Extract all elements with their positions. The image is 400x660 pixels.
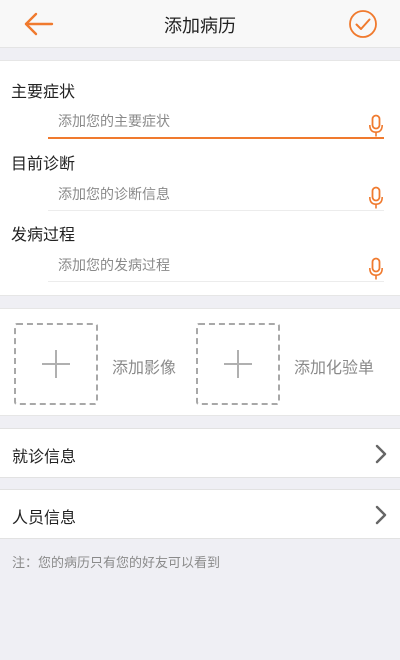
- diagnosis-label: 目前诊断: [11, 154, 76, 173]
- attachments-card: 添加影像 添加化验单: [0, 308, 400, 416]
- visit-info-row[interactable]: 就诊信息: [0, 428, 400, 478]
- main-symptom-input[interactable]: [48, 107, 384, 139]
- add-image-button[interactable]: [14, 323, 98, 405]
- onset-process-label: 发病过程: [11, 225, 76, 244]
- microphone-icon[interactable]: [368, 257, 384, 281]
- person-info-row[interactable]: 人员信息: [0, 489, 400, 539]
- visit-info-label: 就诊信息: [12, 447, 77, 466]
- microphone-icon[interactable]: [368, 114, 384, 138]
- record-fields-card: 主要症状 目前诊断 发病过程: [0, 60, 400, 296]
- page-title: 添加病历: [164, 16, 236, 37]
- add-image-label: 添加影像: [112, 358, 177, 377]
- person-info-label: 人员信息: [12, 508, 77, 527]
- chevron-right-icon: [375, 444, 387, 464]
- add-lab-report-label: 添加化验单: [294, 358, 375, 377]
- privacy-note: 注：您的病历只有您的好友可以看到: [12, 556, 221, 571]
- main-symptom-label: 主要症状: [11, 82, 76, 101]
- diagnosis-input[interactable]: [48, 179, 384, 211]
- onset-process-input[interactable]: [48, 250, 384, 282]
- add-lab-report-button[interactable]: [196, 323, 280, 405]
- check-circle-icon[interactable]: [348, 9, 378, 39]
- microphone-icon[interactable]: [368, 186, 384, 210]
- top-bar: 添加病历: [0, 0, 400, 48]
- chevron-right-icon: [375, 505, 387, 525]
